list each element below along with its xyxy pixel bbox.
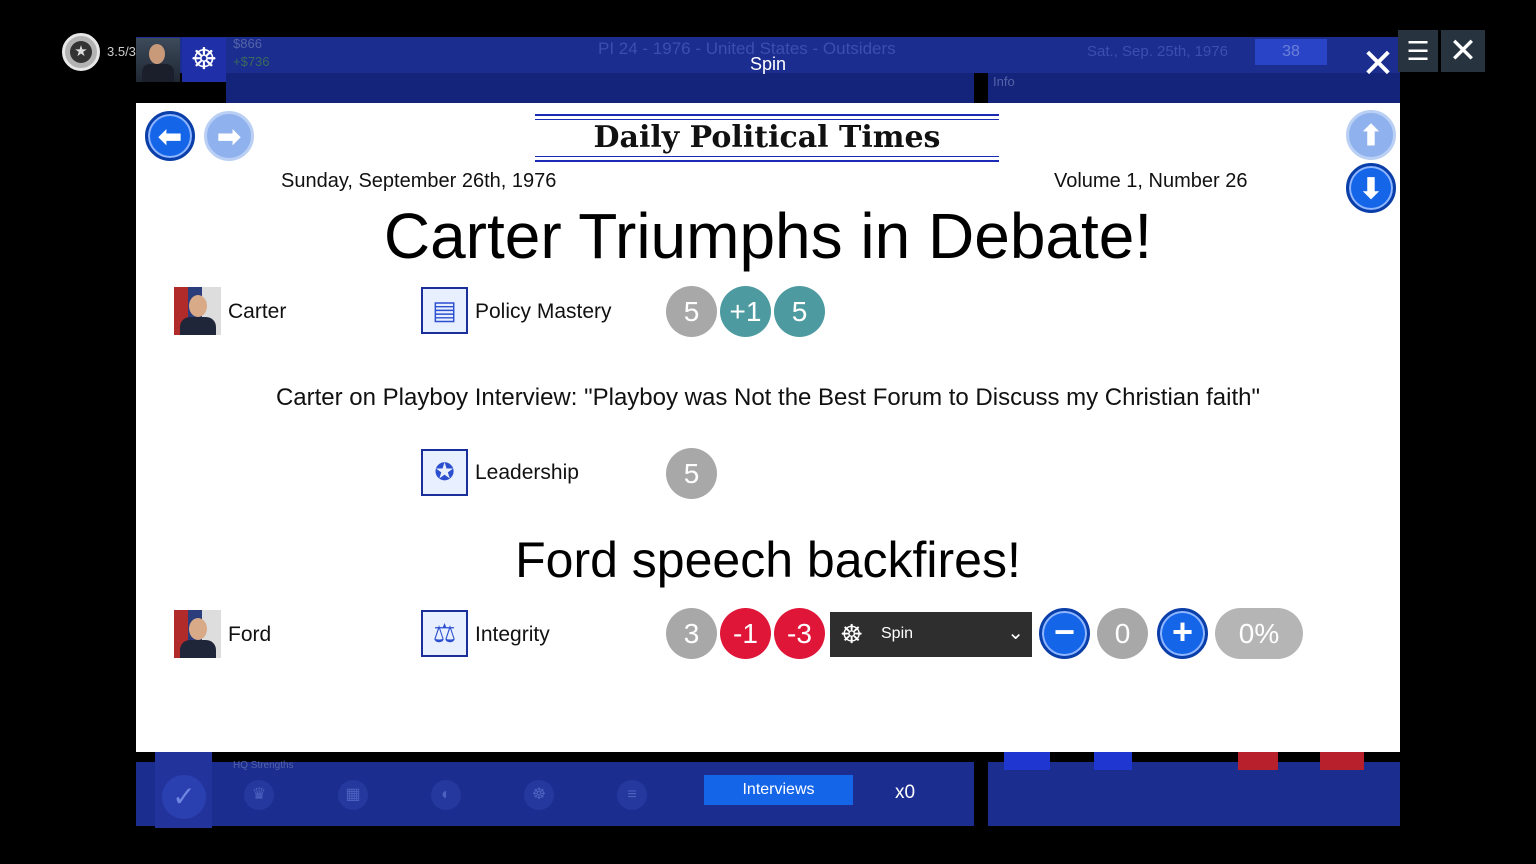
books-icon: ▤ <box>421 287 468 334</box>
spin-amount: 0 <box>1097 608 1148 659</box>
scales-icon: ⚖ <box>421 610 468 657</box>
funds-change: +$736 <box>233 54 270 69</box>
game-screen: Info ★ 3.5/3 ☸ $866 +$736 PI 24 - 1976 -… <box>0 0 1536 864</box>
forward-arrow-icon[interactable]: ➡ <box>204 111 254 161</box>
base-score: 5 <box>666 286 717 337</box>
back-arrow-icon[interactable]: ⬅ <box>145 111 195 161</box>
blue-state-bar <box>1094 752 1132 770</box>
exit-icon[interactable]: ✕ <box>1441 30 1485 72</box>
spin-percent: 0% <box>1215 608 1303 659</box>
menu-icon[interactable]: ☰ <box>1398 30 1438 72</box>
newspaper-dialog: ⬅ ➡ ⬆ ⬇ Daily Political Times Sunday, Se… <box>136 103 1400 752</box>
final-score: 5 <box>774 286 825 337</box>
days-remaining: 38 <box>1255 39 1327 65</box>
trait-name: Integrity <box>475 623 550 646</box>
candidate-name: Carter <box>228 300 287 323</box>
player-portrait[interactable] <box>136 38 180 82</box>
final-score: -3 <box>774 608 825 659</box>
increase-spin-button[interactable]: + <box>1157 608 1208 659</box>
red-state-bar <box>1320 752 1364 770</box>
scroll-up-icon[interactable]: ⬆ <box>1346 110 1396 160</box>
star-badge-icon: ✪ <box>421 449 468 496</box>
current-date: Sat., Sep. 25th, 1976 <box>1087 43 1228 60</box>
newspaper-masthead: Daily Political Times <box>535 114 999 162</box>
chevron-down-icon: ⌄ <box>1007 622 1024 644</box>
crown-icon[interactable]: ♛ <box>244 780 274 810</box>
base-score: 3 <box>666 608 717 659</box>
ship-wheel-icon[interactable]: ☸ <box>182 38 226 82</box>
trait-name: Policy Mastery <box>475 300 612 323</box>
modifier-score: -1 <box>720 608 771 659</box>
coins-icon[interactable]: ≡ <box>617 780 647 810</box>
carter-portrait <box>174 287 221 335</box>
close-icon[interactable]: ✕ <box>1356 42 1400 86</box>
trait-name: Leadership <box>475 461 579 484</box>
decrease-spin-button[interactable]: − <box>1039 608 1090 659</box>
rating-star-icon[interactable]: ★ <box>62 33 100 71</box>
newspaper-volume: Volume 1, Number 26 <box>1054 170 1248 192</box>
spin-dropdown[interactable]: ☸ Spin ⌄ <box>830 612 1032 657</box>
red-state-bar <box>1238 752 1278 770</box>
interviews-button[interactable]: Interviews <box>704 775 853 805</box>
hq-strengths-label: HQ Strengths <box>233 760 294 771</box>
ford-portrait <box>174 610 221 658</box>
multiplier-label: x0 <box>895 782 916 803</box>
spin-dropdown-value: Spin <box>881 625 914 642</box>
map-panel-background <box>226 73 974 103</box>
candidate-name: Ford <box>228 623 272 646</box>
satellite-icon[interactable]: ◐ <box>431 780 461 810</box>
map-icon[interactable]: ▦ <box>338 780 368 810</box>
info-panel-background <box>988 73 1400 103</box>
base-score: 5 <box>666 448 717 499</box>
info-label: Info <box>993 74 1015 89</box>
newspaper-date: Sunday, September 26th, 1976 <box>281 170 557 192</box>
check-icon[interactable]: ✓ <box>162 775 206 819</box>
rating-value: 3.5/3 <box>107 44 136 59</box>
ship-wheel-icon: ☸ <box>840 619 864 649</box>
blue-state-bar <box>1004 752 1050 770</box>
mode-title: Spin <box>749 54 787 74</box>
funds-value: $866 <box>233 36 262 51</box>
modifier-score: +1 <box>720 286 771 337</box>
subheadline: Carter on Playboy Interview: "Playboy wa… <box>275 384 1261 411</box>
headline-primary: Carter Triumphs in Debate! <box>383 200 1153 272</box>
bottom-right-background <box>988 762 1400 826</box>
headline-secondary: Ford speech backfires! <box>515 532 1021 588</box>
ship-wheel-icon[interactable]: ☸ <box>524 780 554 810</box>
